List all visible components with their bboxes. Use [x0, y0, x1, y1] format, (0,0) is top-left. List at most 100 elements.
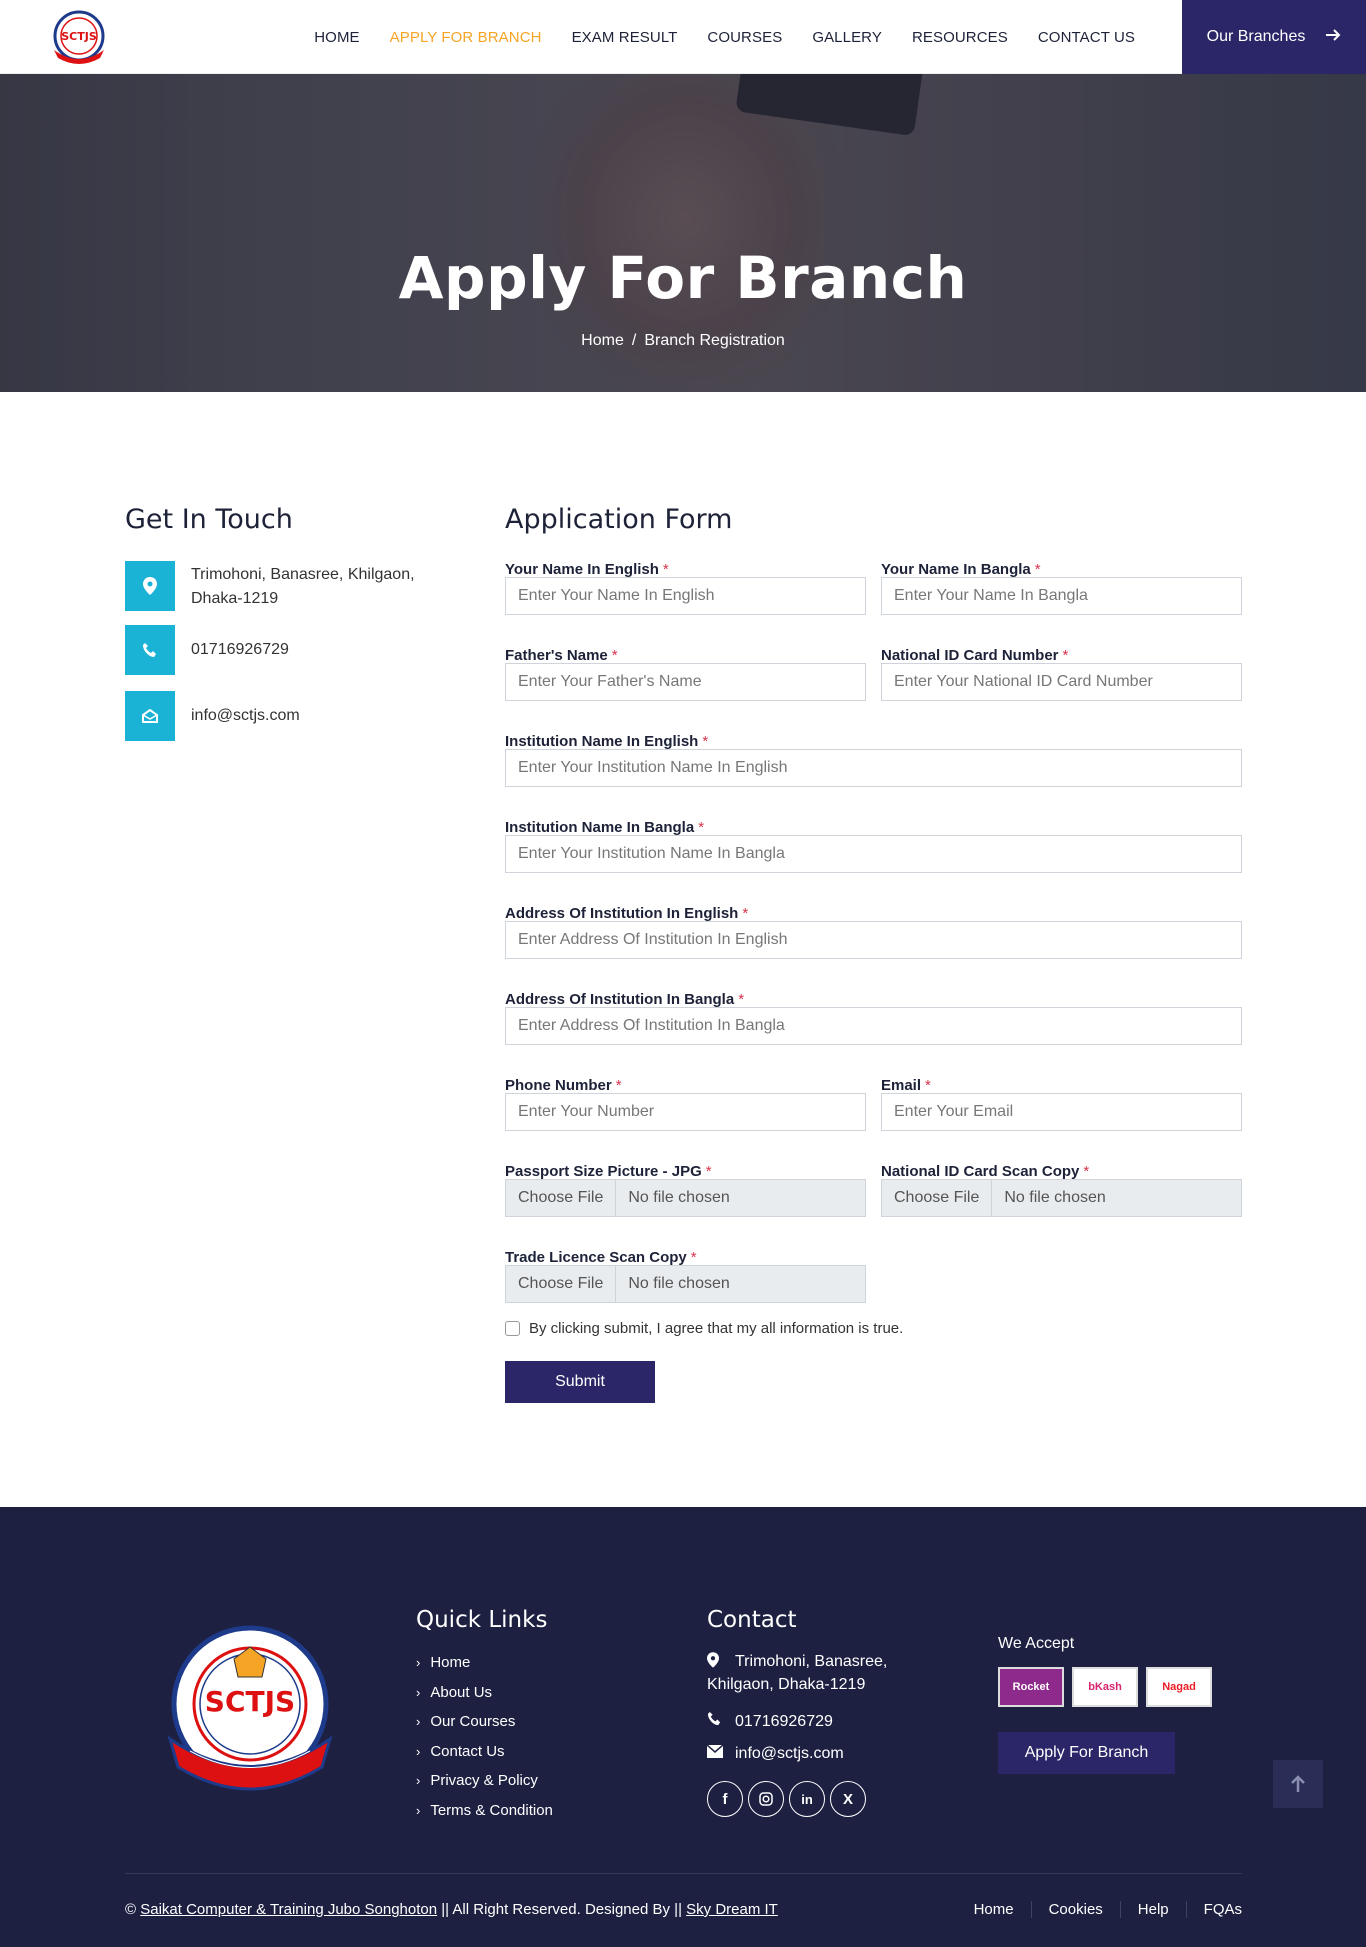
x-twitter-icon[interactable]: X: [830, 1781, 866, 1817]
get-in-touch-title: Get In Touch: [125, 504, 293, 535]
map-marker-icon: [125, 561, 175, 611]
bottom-link-home[interactable]: Home: [957, 1901, 1031, 1918]
email-input[interactable]: [881, 1093, 1242, 1131]
phone-input[interactable]: [505, 1093, 866, 1131]
trade-licence-label: Trade Licence Scan Copy *: [505, 1249, 697, 1266]
designer-link[interactable]: Sky Dream IT: [686, 1901, 778, 1918]
arrow-right-icon: [1325, 28, 1341, 47]
get-in-touch-panel: Get In Touch Trimohoni, Banasree, Khilga…: [125, 504, 465, 741]
bkash-payment-logo: bKash: [1072, 1667, 1138, 1707]
main-content: Get In Touch Trimohoni, Banasree, Khilga…: [0, 392, 1366, 1507]
nav-exam-result[interactable]: EXAM RESULT: [557, 29, 693, 46]
breadcrumb-separator: /: [631, 332, 637, 349]
svg-text:SCTJS: SCTJS: [205, 1685, 295, 1718]
phone-icon: [707, 1710, 735, 1733]
copyright-org-link[interactable]: Saikat Computer & Training Jubo Songhoto…: [140, 1901, 437, 1918]
footer-link-about[interactable]: › About Us: [416, 1684, 492, 1701]
phone-icon: [125, 625, 175, 675]
touch-address: Trimohoni, Banasree, Khilgaon, Dhaka-121…: [191, 566, 415, 607]
chevron-right-icon: ›: [416, 1773, 421, 1788]
breadcrumb-home[interactable]: Home: [581, 332, 624, 349]
footer-link-terms[interactable]: › Terms & Condition: [416, 1802, 553, 1819]
touch-phone-row: 01716926729: [125, 625, 465, 675]
father-label: Father's Name *: [505, 647, 618, 664]
we-accept-title: We Accept: [998, 1635, 1075, 1652]
scroll-to-top-icon[interactable]: [1273, 1760, 1323, 1808]
agree-row: By clicking submit, I agree that my all …: [505, 1320, 903, 1337]
nav-courses[interactable]: COURSES: [692, 29, 797, 46]
our-branches-label: Our Branches: [1206, 28, 1306, 45]
chevron-right-icon: ›: [416, 1744, 421, 1759]
touch-address-row: Trimohoni, Banasree, Khilgaon, Dhaka-121…: [125, 561, 465, 611]
choose-file-button[interactable]: Choose File: [506, 1266, 617, 1302]
nav-apply-for-branch[interactable]: APPLY FOR BRANCH: [375, 29, 557, 46]
institution-en-input[interactable]: [505, 749, 1242, 787]
linkedin-icon[interactable]: in: [789, 1781, 825, 1817]
address-bn-label: Address Of Institution In Bangla *: [505, 991, 745, 1008]
address-bn-input[interactable]: [505, 1007, 1242, 1045]
agree-text: By clicking submit, I agree that my all …: [529, 1320, 904, 1337]
footer-divider: [125, 1873, 1242, 1874]
footer-link-home[interactable]: › Home: [416, 1654, 470, 1671]
name-en-input[interactable]: [505, 577, 866, 615]
father-input[interactable]: [505, 663, 866, 701]
institution-bn-label: Institution Name In Bangla *: [505, 819, 705, 836]
touch-email[interactable]: info@sctjs.com: [175, 691, 300, 728]
breadcrumb-current: Branch Registration: [644, 332, 785, 349]
bottom-link-help[interactable]: Help: [1119, 1901, 1186, 1918]
footer-email[interactable]: info@sctjs.com: [706, 1742, 844, 1765]
hero-banner: Apply For Branch Home / Branch Registratio…: [0, 74, 1366, 392]
nav-gallery[interactable]: GALLERY: [797, 29, 897, 46]
name-bn-label: Your Name In Bangla *: [881, 561, 1041, 578]
bottom-link-cookies[interactable]: Cookies: [1030, 1901, 1120, 1918]
instagram-icon[interactable]: [748, 1781, 784, 1817]
application-form-title: Application Form: [505, 504, 733, 535]
touch-email-row: info@sctjs.com: [125, 691, 465, 741]
footer-apply-button[interactable]: Apply For Branch: [998, 1732, 1175, 1774]
agree-checkbox[interactable]: [505, 1321, 520, 1336]
nav-home[interactable]: HOME: [299, 29, 374, 46]
nid-input[interactable]: [881, 663, 1242, 701]
footer-address: Trimohoni, Banasree, Khilgaon, Dhaka-121…: [707, 1652, 888, 1693]
main-nav: HOME APPLY FOR BRANCH EXAM RESULT COURSE…: [299, 0, 1150, 74]
footer-link-contact[interactable]: › Contact Us: [416, 1743, 505, 1760]
name-en-label: Your Name In English *: [505, 561, 669, 578]
nid-scan-file-input[interactable]: Choose File No file chosen: [881, 1179, 1242, 1217]
photo-file-input[interactable]: Choose File No file chosen: [505, 1179, 866, 1217]
file-status: No file chosen: [628, 1275, 730, 1292]
email-label: Email *: [881, 1077, 931, 1094]
touch-phone[interactable]: 01716926729: [175, 625, 289, 662]
address-en-label: Address Of Institution In English *: [505, 905, 749, 922]
institution-bn-input[interactable]: [505, 835, 1242, 873]
bottom-link-faqs[interactable]: FQAs: [1185, 1901, 1242, 1918]
nid-label: National ID Card Number *: [881, 647, 1069, 664]
breadcrumb: Home / Branch Registration: [0, 332, 1366, 350]
application-form: Application Form Your Name In English* Y…: [505, 504, 1242, 1403]
chevron-right-icon: ›: [416, 1714, 421, 1729]
map-marker-icon: [707, 1652, 719, 1675]
footer-phone[interactable]: 01716926729: [707, 1710, 833, 1733]
choose-file-button[interactable]: Choose File: [506, 1180, 617, 1216]
facebook-icon[interactable]: f: [707, 1781, 743, 1817]
nav-resources[interactable]: RESOURCES: [897, 29, 1023, 46]
rocket-payment-logo: Rocket: [998, 1667, 1064, 1707]
envelope-open-icon: [125, 691, 175, 741]
copyright-text: © Saikat Computer & Training Jubo Songho…: [125, 1901, 778, 1918]
file-status: No file chosen: [628, 1189, 730, 1206]
our-branches-button[interactable]: Our Branches: [1182, 0, 1366, 74]
footer-link-courses[interactable]: › Our Courses: [416, 1713, 515, 1730]
name-bn-input[interactable]: [881, 577, 1242, 615]
footer-logo[interactable]: SCTJS: [150, 1619, 350, 1809]
nav-contact-us[interactable]: CONTACT US: [1023, 29, 1150, 46]
envelope-icon: [706, 1742, 735, 1765]
site-header: SCTJS HOME APPLY FOR BRANCH EXAM RESULT …: [0, 0, 1366, 74]
submit-button[interactable]: Submit: [505, 1361, 655, 1403]
footer-bottom-nav: Home Cookies Help FQAs: [957, 1901, 1242, 1918]
trade-licence-file-input[interactable]: Choose File No file chosen: [505, 1265, 866, 1303]
chevron-right-icon: ›: [416, 1803, 421, 1818]
choose-file-button[interactable]: Choose File: [882, 1180, 993, 1216]
site-logo[interactable]: SCTJS: [48, 10, 110, 66]
footer-link-privacy[interactable]: › Privacy & Policy: [416, 1772, 538, 1789]
address-en-input[interactable]: [505, 921, 1242, 959]
institution-en-label: Institution Name In English *: [505, 733, 709, 750]
